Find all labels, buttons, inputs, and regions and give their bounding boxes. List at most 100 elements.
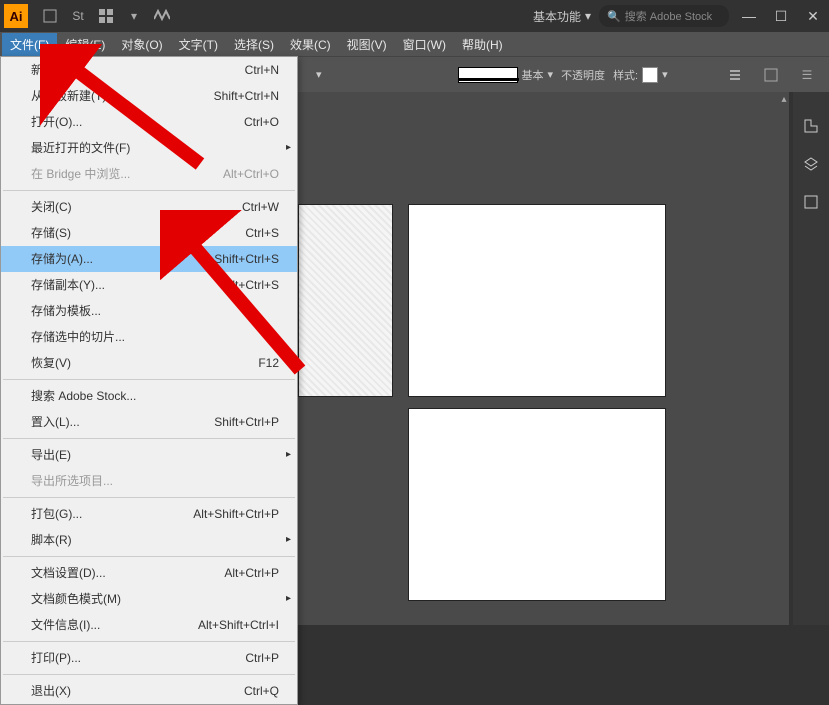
menu-item-shortcut: Shift+Ctrl+P xyxy=(214,413,279,431)
scroll-up-icon[interactable]: ▴ xyxy=(777,92,791,106)
artboard-1[interactable] xyxy=(298,204,393,397)
menu-file[interactable]: 文件(F) xyxy=(2,33,57,56)
menu-item-shortcut: Ctrl+S xyxy=(245,224,279,242)
menu-item-label: 关闭(C) xyxy=(31,198,72,216)
chevron-down-icon[interactable]: ▾ xyxy=(662,68,668,81)
menu-item[interactable]: 关闭(C) Ctrl+W xyxy=(1,194,297,220)
dropdown-icon[interactable]: ▾ xyxy=(316,68,322,81)
menu-item[interactable]: 退出(X)Ctrl+Q xyxy=(1,678,297,704)
menu-item-label: 存储选中的切片... xyxy=(31,328,125,346)
canvas[interactable] xyxy=(298,92,789,625)
style-swatch[interactable] xyxy=(642,67,658,83)
menu-effect[interactable]: 效果(C) xyxy=(282,33,339,56)
transform-icon[interactable] xyxy=(759,63,783,87)
menu-item-shortcut: Ctrl+O xyxy=(244,113,279,131)
menu-item[interactable]: 文档设置(D)... Alt+Ctrl+P xyxy=(1,560,297,586)
chevron-down-icon[interactable]: ▾ xyxy=(548,68,554,81)
workspace-selector[interactable]: 基本功能 ▾ xyxy=(525,6,599,27)
menu-item[interactable]: 文档颜色模式(M) xyxy=(1,586,297,612)
align-icon[interactable] xyxy=(723,63,747,87)
menu-item-shortcut: Alt+Ctrl+P xyxy=(224,564,279,582)
menu-item-shortcut: Alt+Shift+Ctrl+I xyxy=(198,616,279,634)
menu-window[interactable]: 窗口(W) xyxy=(395,33,454,56)
menu-item[interactable]: 存储选中的切片... xyxy=(1,324,297,350)
title-bar: Ai St ▾ 基本功能 ▾ 🔍 搜索 Adobe Stock — ☐ ✕ xyxy=(0,0,829,32)
menu-item-shortcut: Alt+Shift+Ctrl+P xyxy=(193,505,279,523)
menu-item-label: 打印(P)... xyxy=(31,649,81,667)
menu-item[interactable]: 脚本(R) xyxy=(1,527,297,553)
menu-separator xyxy=(3,556,295,557)
menu-item[interactable]: 打包(G)... Alt+Shift+Ctrl+P xyxy=(1,501,297,527)
menu-item[interactable]: 导出(E) xyxy=(1,442,297,468)
menu-separator xyxy=(3,641,295,642)
menu-item-shortcut: Alt+Ctrl+O xyxy=(223,165,279,183)
menu-separator xyxy=(3,674,295,675)
libraries-icon[interactable] xyxy=(801,116,821,136)
chevron-down-icon: ▾ xyxy=(585,9,591,23)
panel-dock xyxy=(793,92,829,625)
menu-item[interactable]: 恢复(V)F12 xyxy=(1,350,297,376)
menu-item-label: 打开(O)... xyxy=(31,113,82,131)
file-dropdown-menu: 新建(N)...Ctrl+N 从模板新建(T)... Shift+Ctrl+N 打开(… xyxy=(0,56,298,705)
menu-item-label: 最近打开的文件(F) xyxy=(31,139,130,157)
menu-item-label: 退出(X) xyxy=(31,682,71,700)
menu-item[interactable]: 新建(N)...Ctrl+N xyxy=(1,57,297,83)
options-icon[interactable]: ☰ xyxy=(795,63,819,87)
gpu-icon[interactable] xyxy=(150,4,174,28)
style-label: 样式: xyxy=(613,67,638,83)
menu-item-label: 置入(L)... xyxy=(31,413,80,431)
menu-item-shortcut: F12 xyxy=(258,354,279,372)
menu-item-label: 从模板新建(T)... xyxy=(31,87,116,105)
menu-object[interactable]: 对象(O) xyxy=(113,33,170,56)
menu-item[interactable]: 文件信息(I)... Alt+Shift+Ctrl+I xyxy=(1,612,297,638)
stroke-label: 基本 xyxy=(522,67,544,83)
menu-item[interactable]: 从模板新建(T)... Shift+Ctrl+N xyxy=(1,83,297,109)
menu-help[interactable]: 帮助(H) xyxy=(454,33,511,56)
menu-item-shortcut: Ctrl+W xyxy=(242,198,279,216)
menu-item-shortcut: Ctrl+P xyxy=(245,649,279,667)
menu-view[interactable]: 视图(V) xyxy=(339,33,395,56)
app-logo: Ai xyxy=(4,4,28,28)
menu-item: 导出所选项目... xyxy=(1,468,297,494)
menu-item-label: 在 Bridge 中浏览... xyxy=(31,165,130,183)
close-button[interactable]: ✕ xyxy=(801,6,825,26)
menu-item[interactable]: 存储为(A)...Shift+Ctrl+S xyxy=(1,246,297,272)
menu-item-label: 文件信息(I)... xyxy=(31,616,100,634)
menu-edit[interactable]: 编辑(E) xyxy=(57,33,113,56)
menu-item[interactable]: 搜索 Adobe Stock... xyxy=(1,383,297,409)
menu-item: 在 Bridge 中浏览... Alt+Ctrl+O xyxy=(1,161,297,187)
menu-item[interactable]: 打印(P)... Ctrl+P xyxy=(1,645,297,671)
menu-item[interactable]: 置入(L)... Shift+Ctrl+P xyxy=(1,409,297,435)
stock-icon[interactable]: St xyxy=(66,4,90,28)
menu-item[interactable]: 存储为模板... xyxy=(1,298,297,324)
menu-item[interactable]: 最近打开的文件(F) xyxy=(1,135,297,161)
menu-item-shortcut: Alt+Ctrl+S xyxy=(224,276,279,294)
menu-item-label: 打包(G)... xyxy=(31,505,82,523)
artboards-icon[interactable] xyxy=(801,192,821,212)
menu-separator xyxy=(3,438,295,439)
opacity-label: 不透明度 xyxy=(561,67,605,83)
artboard-3[interactable] xyxy=(408,408,666,601)
menu-item-label: 导出所选项目... xyxy=(31,472,113,490)
menu-item-label: 搜索 Adobe Stock... xyxy=(31,387,136,405)
menu-select[interactable]: 选择(S) xyxy=(226,33,282,56)
artboard-2[interactable] xyxy=(408,204,666,397)
menu-item-label: 导出(E) xyxy=(31,446,71,464)
layers-icon[interactable] xyxy=(801,154,821,174)
menu-item-label: 新建(N)... xyxy=(31,61,82,79)
more-icon[interactable]: ▾ xyxy=(122,4,146,28)
menu-item-label: 文档颜色模式(M) xyxy=(31,590,121,608)
arrange-icon[interactable] xyxy=(94,4,118,28)
menu-item[interactable]: 存储(S)Ctrl+S xyxy=(1,220,297,246)
stroke-preview[interactable] xyxy=(458,67,518,83)
bridge-icon[interactable] xyxy=(38,4,62,28)
stock-search[interactable]: 🔍 搜索 Adobe Stock xyxy=(599,5,729,27)
menu-item[interactable]: 存储副本(Y)...Alt+Ctrl+S xyxy=(1,272,297,298)
menu-item-shortcut: Shift+Ctrl+N xyxy=(214,87,279,105)
menu-type[interactable]: 文字(T) xyxy=(171,33,226,56)
minimize-button[interactable]: — xyxy=(737,6,761,26)
maximize-button[interactable]: ☐ xyxy=(769,6,793,26)
menu-item[interactable]: 打开(O)... Ctrl+O xyxy=(1,109,297,135)
menu-item-label: 文档设置(D)... xyxy=(31,564,106,582)
menu-item-label: 存储为模板... xyxy=(31,302,101,320)
